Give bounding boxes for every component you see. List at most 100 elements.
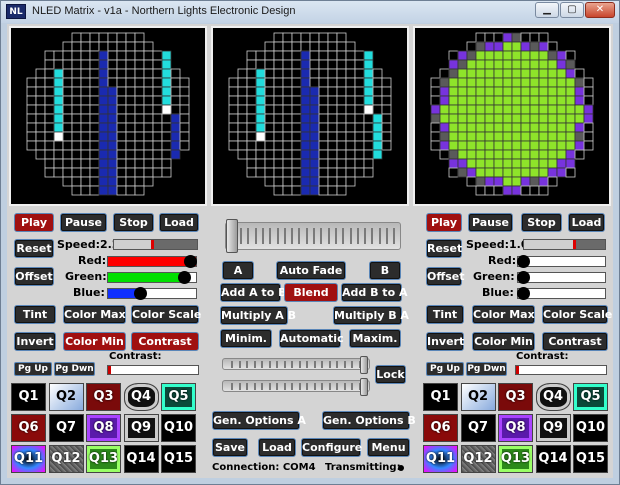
deck-a-select-button[interactable]: A — [222, 261, 254, 280]
deck-a-stop-button[interactable]: Stop — [113, 213, 154, 232]
multiply-a-b-button[interactable]: Multiply A B — [220, 306, 296, 325]
preset-q10-button[interactable]: Q10 — [573, 414, 608, 442]
gen-options-a-button[interactable]: Gen. Options A — [212, 411, 306, 430]
deck-b-play-button[interactable]: Play — [426, 213, 462, 232]
maximize-button[interactable]: ▢ — [560, 2, 584, 18]
deck-b-green-slider[interactable] — [517, 271, 606, 284]
speed-marker[interactable] — [572, 240, 576, 249]
deck-a-blue-slider[interactable] — [107, 287, 197, 300]
maximum-button[interactable]: Maxim. — [349, 329, 401, 348]
preset-q11-button[interactable]: Q11 — [11, 445, 46, 473]
add-a-to-b-button[interactable]: Add A to B — [220, 283, 286, 302]
deck-b-color-min-button[interactable]: Color Min — [472, 332, 535, 351]
preset-q13-button[interactable]: Q13 — [498, 445, 533, 473]
deck-b-load-button[interactable]: Load — [568, 213, 605, 232]
multiply-b-a-button[interactable]: Multiply B A — [333, 306, 409, 325]
preset-q6-button[interactable]: Q6 — [423, 414, 458, 442]
deck-a-reset-button[interactable]: Reset — [14, 239, 54, 258]
deck-b-contrast-slider[interactable] — [515, 365, 607, 375]
green-slider-thumb[interactable] — [178, 271, 192, 284]
blend-button[interactable]: Blend — [284, 283, 338, 302]
preset-q13-button[interactable]: Q13 — [86, 445, 121, 473]
blue-slider-thumb[interactable] — [134, 287, 148, 300]
preset-q14-button[interactable]: Q14 — [535, 445, 571, 473]
deck-b-stop-button[interactable]: Stop — [521, 213, 562, 232]
preset-q2-button[interactable]: Q2 — [460, 383, 496, 411]
deck-a-pause-button[interactable]: Pause — [60, 213, 107, 232]
deck-a-offset-button[interactable]: Offset — [14, 267, 54, 286]
mixer-slider-1[interactable] — [222, 356, 370, 374]
deck-a-play-button[interactable]: Play — [14, 213, 54, 232]
deck-b-page-down-button[interactable]: Pg Dwn — [466, 362, 507, 376]
deck-b-tint-button[interactable]: Tint — [426, 305, 464, 324]
automatic-button[interactable]: Automatic — [279, 329, 344, 348]
preset-q15-button[interactable]: Q15 — [573, 445, 608, 473]
deck-b-color-max-button[interactable]: Color Max — [472, 305, 535, 324]
deck-a-invert-button[interactable]: Invert — [14, 332, 56, 351]
mixer-slider-2-knob[interactable] — [360, 378, 368, 396]
red-slider-thumb[interactable] — [517, 255, 530, 268]
deck-a-color-max-button[interactable]: Color Max — [63, 305, 126, 324]
deck-a-color-min-button[interactable]: Color Min — [63, 332, 126, 351]
save-button[interactable]: Save — [212, 438, 248, 457]
deck-a-tint-button[interactable]: Tint — [14, 305, 56, 324]
auto-fade-button[interactable]: Auto Fade — [276, 261, 346, 280]
preset-q2-button[interactable]: Q2 — [48, 383, 84, 411]
preset-q8-button[interactable]: Q8 — [498, 414, 533, 442]
deck-b-reset-button[interactable]: Reset — [426, 239, 462, 258]
preset-q9-button[interactable]: Q9 — [123, 414, 159, 442]
preset-q1-button[interactable]: Q1 — [423, 383, 458, 411]
preset-q5-button[interactable]: Q5 — [161, 383, 196, 411]
deck-a-green-slider[interactable] — [107, 271, 197, 284]
deck-b-page-up-button[interactable]: Pg Up — [426, 362, 464, 376]
deck-b-speed-slider[interactable] — [523, 239, 606, 250]
preset-q7-button[interactable]: Q7 — [460, 414, 496, 442]
deck-a-color-scale-button[interactable]: Color Scale — [131, 305, 201, 324]
deck-b-offset-button[interactable]: Offset — [426, 267, 465, 286]
crossfader-knob[interactable] — [226, 219, 238, 253]
preset-q3-button[interactable]: Q3 — [498, 383, 533, 411]
deck-a-contrast-button[interactable]: Contrast — [131, 332, 199, 351]
red-slider-thumb[interactable] — [184, 255, 197, 268]
preset-q8-button[interactable]: Q8 — [86, 414, 121, 442]
mixer-slider-1-knob[interactable] — [360, 356, 368, 374]
preset-q12-button[interactable]: Q12 — [48, 445, 84, 473]
minimize-button[interactable]: ▁ — [535, 2, 559, 18]
preset-q11-button[interactable]: Q11 — [423, 445, 458, 473]
preset-q10-button[interactable]: Q10 — [161, 414, 196, 442]
preset-q4-button[interactable]: Q4 — [535, 383, 571, 411]
deck-b-red-slider[interactable] — [517, 255, 606, 268]
deck-b-blue-slider[interactable] — [517, 287, 606, 300]
deck-a-page-up-button[interactable]: Pg Up — [14, 362, 52, 376]
add-b-to-a-button[interactable]: Add B to A — [341, 283, 407, 302]
menu-button[interactable]: Menu — [367, 438, 410, 457]
preset-q9-button[interactable]: Q9 — [535, 414, 571, 442]
preset-q1-button[interactable]: Q1 — [11, 383, 46, 411]
speed-marker[interactable] — [151, 240, 155, 249]
lock-button[interactable]: Lock — [375, 365, 406, 384]
load-button[interactable]: Load — [258, 438, 296, 457]
green-slider-thumb[interactable] — [517, 271, 530, 284]
preset-q12-button[interactable]: Q12 — [460, 445, 496, 473]
close-button[interactable]: ✕ — [585, 2, 615, 18]
blue-slider-thumb[interactable] — [517, 287, 530, 300]
deck-b-select-button[interactable]: B — [369, 261, 401, 280]
deck-b-pause-button[interactable]: Pause — [468, 213, 513, 232]
deck-b-invert-button[interactable]: Invert — [426, 332, 464, 351]
preset-q5-button[interactable]: Q5 — [573, 383, 608, 411]
mixer-slider-2[interactable] — [222, 378, 370, 396]
deck-b-color-scale-button[interactable]: Color Scale — [542, 305, 612, 324]
deck-a-page-down-button[interactable]: Pg Dwn — [54, 362, 95, 376]
preset-q4-button[interactable]: Q4 — [123, 383, 159, 411]
preset-q6-button[interactable]: Q6 — [11, 414, 46, 442]
gen-options-b-button[interactable]: Gen. Options B — [322, 411, 416, 430]
preset-q3-button[interactable]: Q3 — [86, 383, 121, 411]
configure-button[interactable]: Configure — [301, 438, 362, 457]
preset-q15-button[interactable]: Q15 — [161, 445, 196, 473]
preset-q14-button[interactable]: Q14 — [123, 445, 159, 473]
deck-a-load-button[interactable]: Load — [159, 213, 199, 232]
deck-a-speed-slider[interactable] — [113, 239, 198, 250]
preset-q7-button[interactable]: Q7 — [48, 414, 84, 442]
deck-b-contrast-button[interactable]: Contrast — [542, 332, 608, 351]
crossfader-slider[interactable] — [225, 219, 401, 253]
